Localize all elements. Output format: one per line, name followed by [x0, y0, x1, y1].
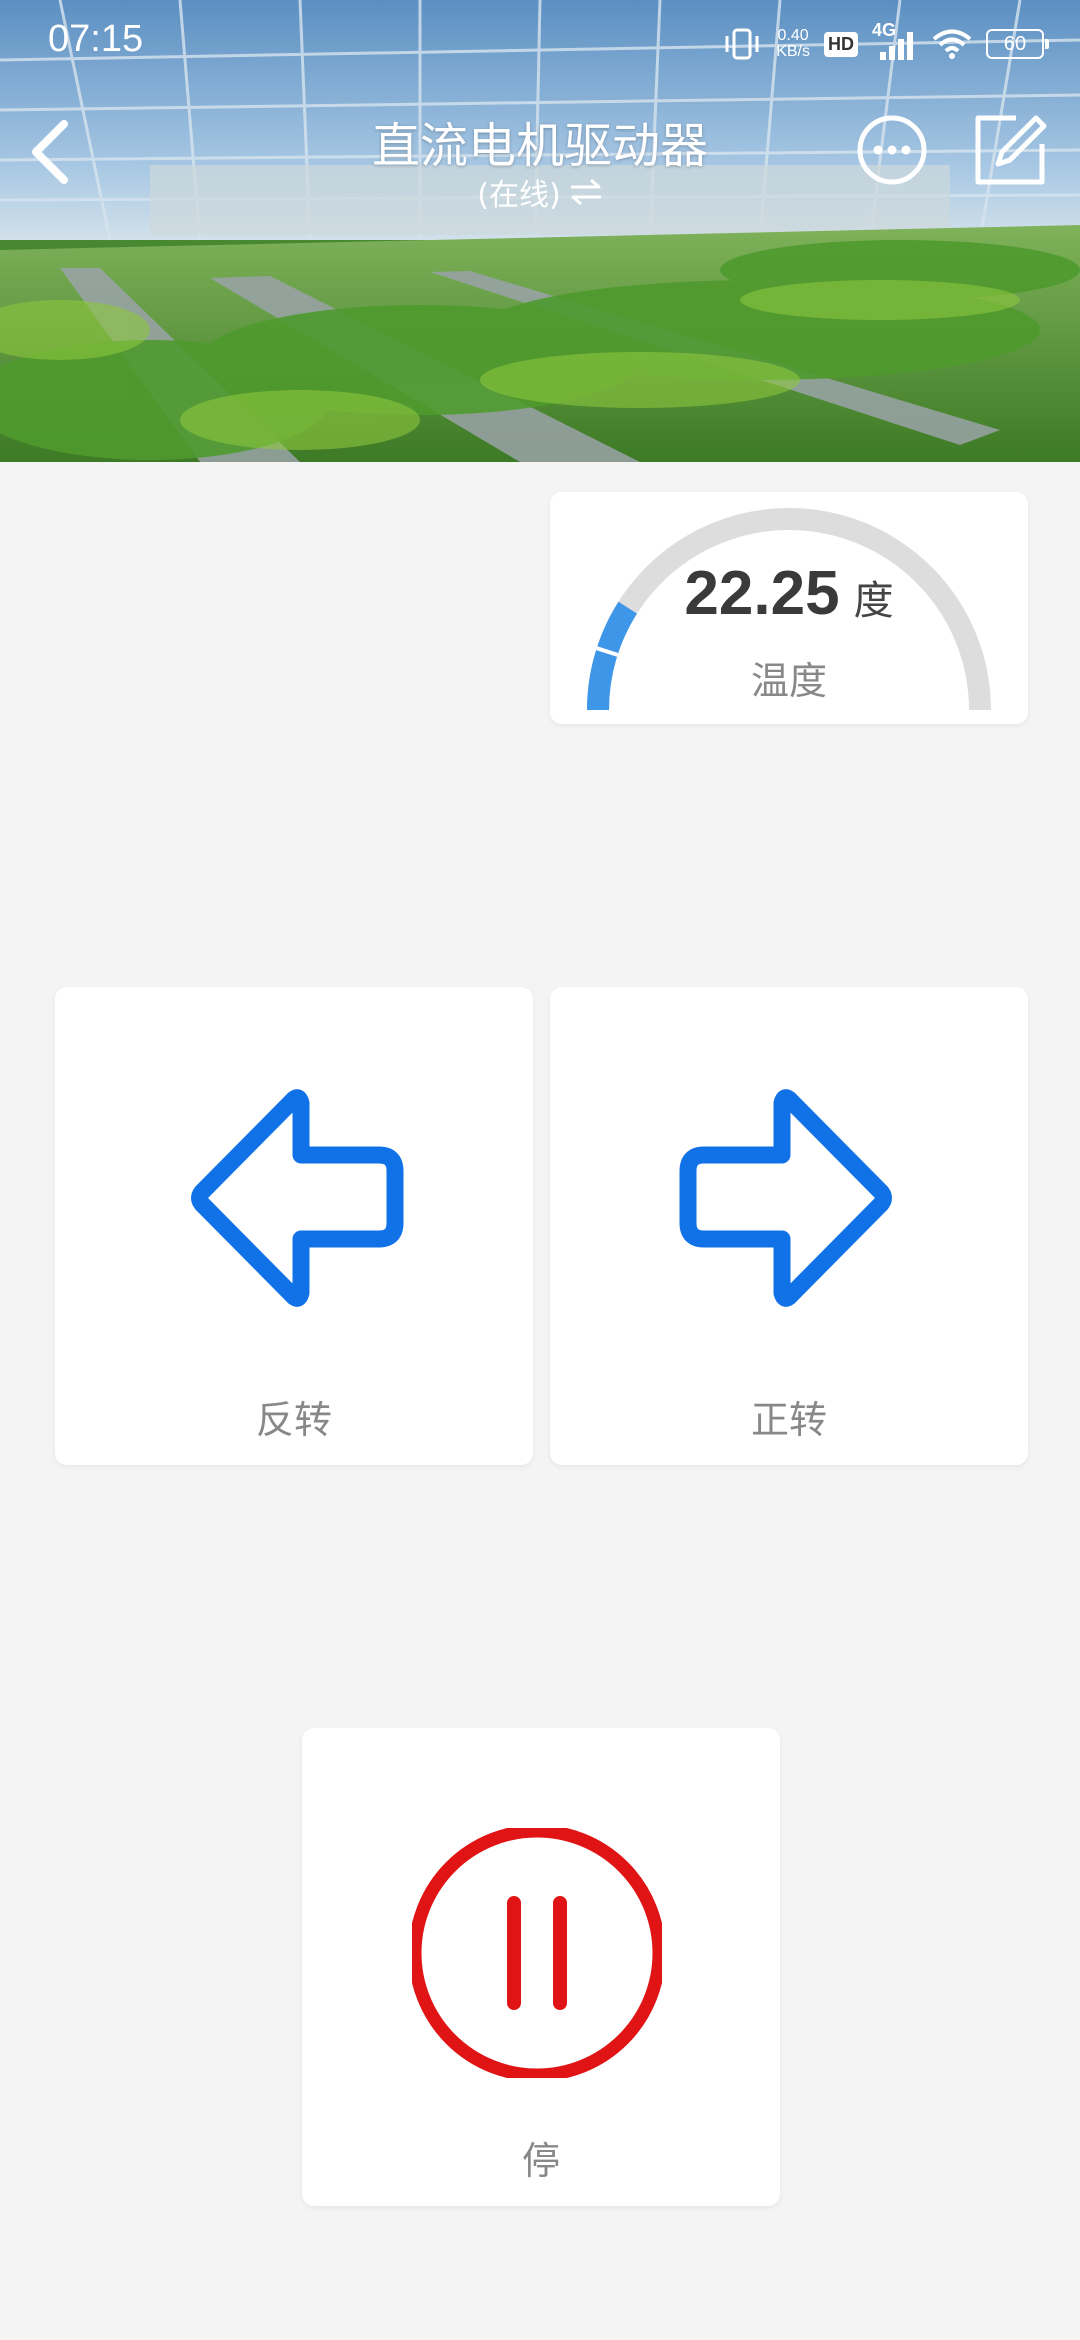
stop-button[interactable]: 停	[302, 1728, 780, 2206]
network-speed: 0.40 KB/s	[776, 27, 810, 60]
pause-icon	[412, 1828, 662, 2078]
hd-icon: HD	[824, 31, 858, 57]
chevron-left-icon	[32, 120, 68, 184]
edit-icon	[975, 115, 1047, 185]
forward-button[interactable]: 正转	[550, 987, 1028, 1465]
status-icons: 0.40 KB/s HD 4G 60	[722, 20, 1049, 66]
device-status: (在线)	[390, 170, 690, 214]
temperature-label: 温度	[750, 659, 827, 703]
more-circle-icon	[857, 115, 927, 185]
signal-icon: 4G	[872, 20, 918, 62]
arrow-left-icon	[191, 1089, 404, 1307]
edit-button[interactable]	[972, 112, 1048, 188]
arrow-right-icon	[679, 1089, 892, 1307]
reverse-button[interactable]: 反转	[55, 987, 533, 1465]
header-banner: 07:15 0.40 KB/s HD 4G 60 直流电机驱动器 (在线)	[0, 0, 1080, 462]
page-title: 直流电机驱动器	[371, 118, 708, 174]
forward-label: 正转	[750, 1398, 827, 1442]
swap-arrows-icon	[570, 178, 601, 206]
temperature-value: 22.25 度	[550, 558, 1028, 629]
wifi-icon	[932, 29, 972, 59]
status-time: 07:15	[48, 18, 144, 60]
temperature-number: 22.25	[684, 559, 840, 628]
back-button[interactable]	[20, 112, 80, 192]
more-button[interactable]	[856, 114, 928, 186]
battery-icon: 60	[986, 29, 1049, 59]
temperature-unit: 度	[853, 578, 894, 624]
vibrate-icon	[725, 28, 759, 60]
online-status-text: (在线)	[477, 178, 561, 213]
status-bar: 07:15 0.40 KB/s HD 4G 60	[0, 0, 1080, 80]
reverse-label: 反转	[255, 1398, 332, 1442]
temperature-gauge-card: 22.25 度 温度	[550, 492, 1028, 724]
stop-label: 停	[521, 2139, 560, 2183]
